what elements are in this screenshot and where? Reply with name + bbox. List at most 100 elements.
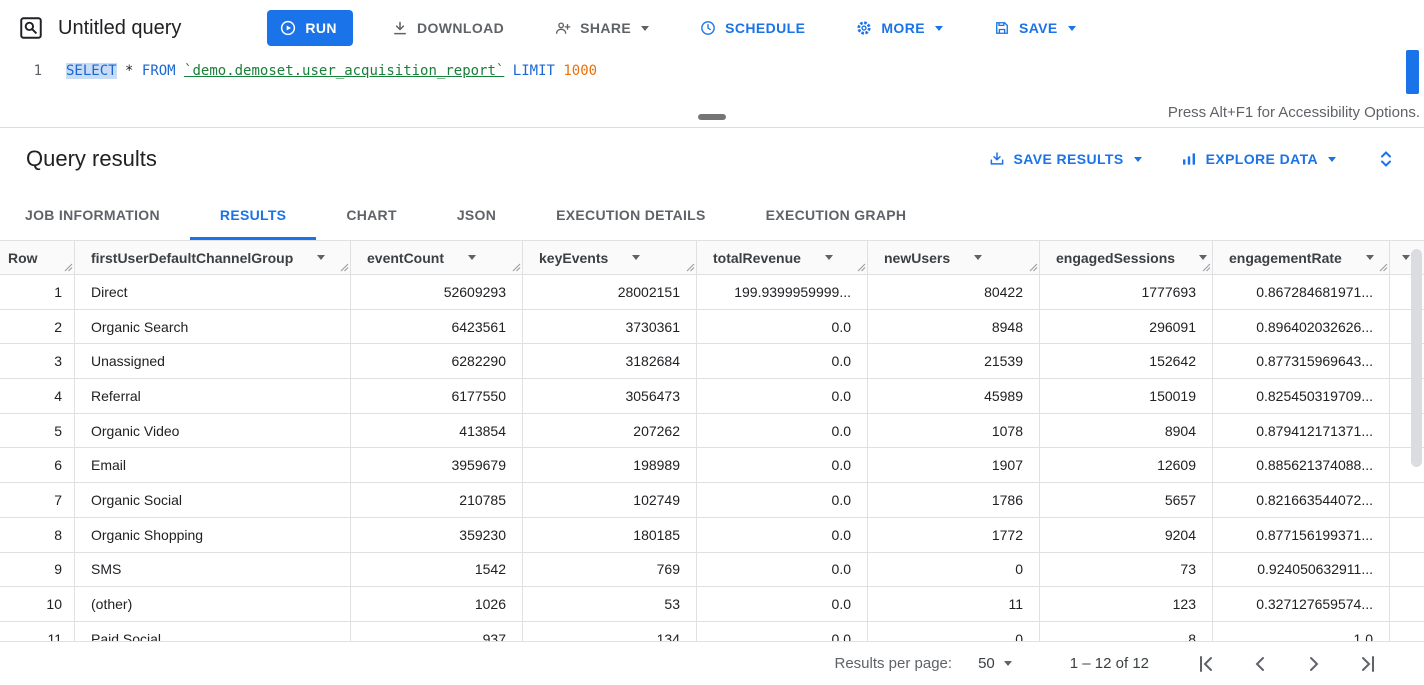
last-page-button[interactable] bbox=[1356, 652, 1380, 676]
table-cell[interactable]: 3959679 bbox=[351, 448, 523, 482]
table-cell[interactable]: 1786 bbox=[868, 483, 1040, 517]
column-menu-caret-icon[interactable] bbox=[825, 255, 833, 260]
table-cell[interactable]: 296091 bbox=[1040, 310, 1213, 344]
table-cell[interactable]: 199.9399959999... bbox=[697, 275, 868, 309]
row-number-cell[interactable]: 6 bbox=[0, 448, 75, 482]
row-number-cell[interactable]: 9 bbox=[0, 553, 75, 587]
table-cell[interactable]: Organic Shopping bbox=[75, 518, 351, 552]
editor-scrollbar[interactable] bbox=[1406, 50, 1419, 94]
tab-results[interactable]: RESULTS bbox=[190, 190, 316, 240]
table-cell[interactable]: 3056473 bbox=[523, 379, 697, 413]
explore-data-button[interactable]: EXPLORE DATA bbox=[1180, 150, 1336, 168]
table-cell[interactable]: 0.0 bbox=[697, 344, 868, 378]
column-header-engagementRate[interactable]: engagementRate bbox=[1213, 241, 1390, 274]
row-number-cell[interactable]: 3 bbox=[0, 344, 75, 378]
tab-execution-details[interactable]: EXECUTION DETAILS bbox=[526, 190, 736, 240]
table-cell[interactable]: 123 bbox=[1040, 587, 1213, 621]
column-resize-handle[interactable] bbox=[857, 263, 866, 272]
save-button[interactable]: SAVE bbox=[981, 10, 1088, 46]
sql-code[interactable]: SELECT * FROM `demo.demoset.user_acquisi… bbox=[52, 56, 597, 104]
save-results-button[interactable]: SAVE RESULTS bbox=[988, 150, 1142, 168]
table-cell[interactable]: 0.0 bbox=[697, 379, 868, 413]
panel-splitter[interactable]: Press Alt+F1 for Accessibility Options. bbox=[0, 104, 1424, 128]
table-cell[interactable]: 210785 bbox=[351, 483, 523, 517]
column-menu-caret-icon[interactable] bbox=[632, 255, 640, 260]
table-cell[interactable]: 73 bbox=[1040, 553, 1213, 587]
column-header-eventCount[interactable]: eventCount bbox=[351, 241, 523, 274]
table-cell[interactable]: 9204 bbox=[1040, 518, 1213, 552]
table-cell[interactable]: 6423561 bbox=[351, 310, 523, 344]
page-size-select[interactable]: 50 bbox=[978, 655, 1012, 672]
tab-json[interactable]: JSON bbox=[427, 190, 526, 240]
column-header-Row[interactable]: Row bbox=[0, 241, 75, 274]
column-resize-handle[interactable] bbox=[512, 263, 521, 272]
table-cell[interactable]: 0.327127659574... bbox=[1213, 587, 1390, 621]
table-cell[interactable]: 0.896402032626... bbox=[1213, 310, 1390, 344]
table-cell[interactable]: Paid Social bbox=[75, 622, 351, 641]
tab-job-information[interactable]: JOB INFORMATION bbox=[0, 190, 190, 240]
table-cell[interactable]: 150019 bbox=[1040, 379, 1213, 413]
column-resize-handle[interactable] bbox=[1202, 263, 1211, 272]
table-cell[interactable]: 152642 bbox=[1040, 344, 1213, 378]
table-cell[interactable]: 28002151 bbox=[523, 275, 697, 309]
column-header-newUsers[interactable]: newUsers bbox=[868, 241, 1040, 274]
table-cell[interactable]: 3182684 bbox=[523, 344, 697, 378]
column-resize-handle[interactable] bbox=[64, 263, 73, 272]
previous-page-button[interactable] bbox=[1248, 652, 1272, 676]
table-cell[interactable]: Organic Video bbox=[75, 414, 351, 448]
table-cell[interactable]: 0.0 bbox=[697, 587, 868, 621]
row-number-cell[interactable]: 11 bbox=[0, 622, 75, 641]
expand-results-button[interactable] bbox=[1374, 147, 1398, 171]
table-cell[interactable]: 5657 bbox=[1040, 483, 1213, 517]
column-resize-handle[interactable] bbox=[1379, 263, 1388, 272]
table-cell[interactable]: 0.0 bbox=[697, 622, 868, 641]
table-cell[interactable]: SMS bbox=[75, 553, 351, 587]
row-number-cell[interactable]: 8 bbox=[0, 518, 75, 552]
column-menu-caret-icon[interactable] bbox=[317, 255, 325, 260]
run-button[interactable]: RUN bbox=[267, 10, 353, 46]
table-cell[interactable]: 0 bbox=[868, 553, 1040, 587]
table-cell[interactable]: 3730361 bbox=[523, 310, 697, 344]
table-cell[interactable]: 180185 bbox=[523, 518, 697, 552]
table-cell[interactable]: 8904 bbox=[1040, 414, 1213, 448]
table-cell[interactable]: 80422 bbox=[868, 275, 1040, 309]
table-cell[interactable]: 8 bbox=[1040, 622, 1213, 641]
download-button[interactable]: DOWNLOAD bbox=[379, 10, 516, 46]
table-cell[interactable]: 1907 bbox=[868, 448, 1040, 482]
table-cell[interactable]: Email bbox=[75, 448, 351, 482]
schedule-button[interactable]: SCHEDULE bbox=[687, 10, 817, 46]
table-cell[interactable]: 0.879412171371... bbox=[1213, 414, 1390, 448]
table-cell[interactable]: 0.0 bbox=[697, 448, 868, 482]
row-number-cell[interactable]: 5 bbox=[0, 414, 75, 448]
table-cell[interactable]: 0.0 bbox=[697, 553, 868, 587]
column-header-keyEvents[interactable]: keyEvents bbox=[523, 241, 697, 274]
table-scrollbar-thumb[interactable] bbox=[1411, 249, 1422, 467]
tab-chart[interactable]: CHART bbox=[316, 190, 427, 240]
column-resize-handle[interactable] bbox=[340, 263, 349, 272]
column-menu-caret-icon[interactable] bbox=[468, 255, 476, 260]
table-cell[interactable]: 102749 bbox=[523, 483, 697, 517]
table-cell[interactable]: 769 bbox=[523, 553, 697, 587]
table-cell[interactable]: 134 bbox=[523, 622, 697, 641]
table-cell[interactable]: 359230 bbox=[351, 518, 523, 552]
table-cell[interactable]: 0.867284681971... bbox=[1213, 275, 1390, 309]
table-cell[interactable]: 0.821663544072... bbox=[1213, 483, 1390, 517]
sql-table-reference[interactable]: `demo.demoset.user_acquisition_report` bbox=[184, 63, 504, 79]
table-scrollbar[interactable] bbox=[1410, 243, 1424, 641]
column-header-firstUserDefaultChannelGroup[interactable]: firstUserDefaultChannelGroup bbox=[75, 241, 351, 274]
table-cell[interactable]: Organic Social bbox=[75, 483, 351, 517]
column-header-engagedSessions[interactable]: engagedSessions bbox=[1040, 241, 1213, 274]
row-number-cell[interactable]: 10 bbox=[0, 587, 75, 621]
table-cell[interactable]: 207262 bbox=[523, 414, 697, 448]
table-cell[interactable]: 0.877315969643... bbox=[1213, 344, 1390, 378]
table-cell[interactable]: Direct bbox=[75, 275, 351, 309]
column-header-totalRevenue[interactable]: totalRevenue bbox=[697, 241, 868, 274]
table-cell[interactable]: 53 bbox=[523, 587, 697, 621]
next-page-button[interactable] bbox=[1302, 652, 1326, 676]
table-cell[interactable]: Organic Search bbox=[75, 310, 351, 344]
table-cell[interactable]: 0.924050632911... bbox=[1213, 553, 1390, 587]
share-button[interactable]: SHARE bbox=[542, 10, 661, 46]
table-cell[interactable]: 12609 bbox=[1040, 448, 1213, 482]
table-cell[interactable]: 6282290 bbox=[351, 344, 523, 378]
table-cell[interactable]: 937 bbox=[351, 622, 523, 641]
